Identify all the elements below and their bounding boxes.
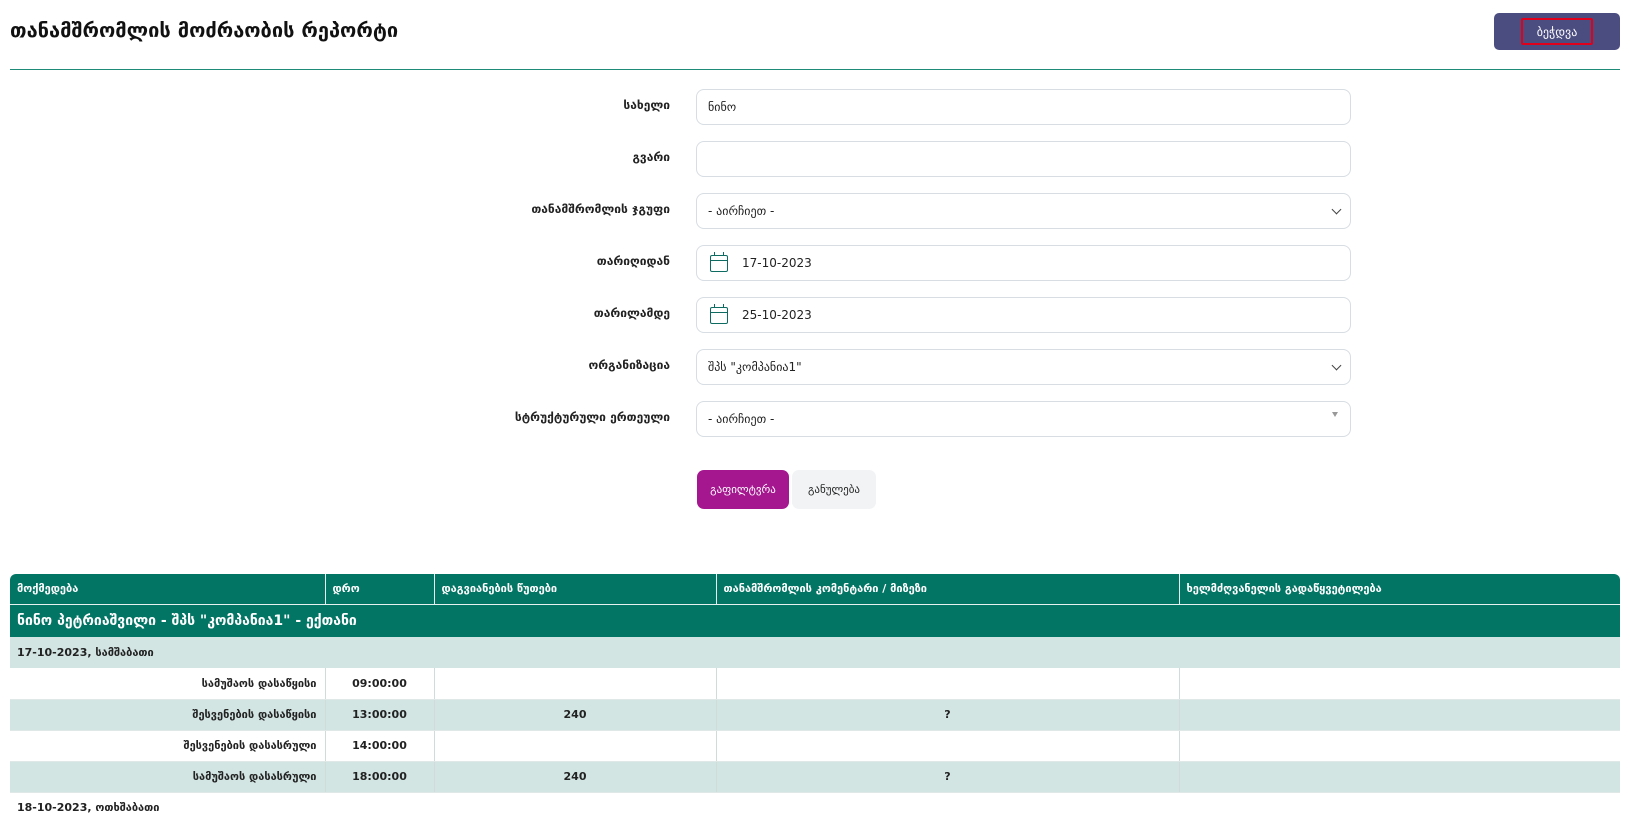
structural-unit-value: - აირჩიეთ - bbox=[708, 412, 775, 426]
cell-action: სამუშაოს დასასრული bbox=[10, 761, 326, 793]
page-header: თანამშრომლის მოძრაობის რეპორტი ბეჭდვა bbox=[10, 0, 1620, 70]
cell-action: შესვენების დასასრული bbox=[10, 730, 326, 762]
date-row: 17-10-2023, სამშაბათი bbox=[10, 637, 1620, 668]
filter-button[interactable]: გაფილტვრა bbox=[697, 470, 789, 509]
date-to-input[interactable]: 25-10-2023 bbox=[696, 297, 1351, 333]
date-from-input[interactable]: 17-10-2023 bbox=[696, 245, 1351, 281]
cell-time: 14:00:00 bbox=[325, 730, 435, 762]
cell-manager-decision bbox=[1179, 761, 1620, 793]
form-row-date-from: თარიღიდან 17-10-2023 bbox=[0, 245, 1630, 281]
cell-employee-comment[interactable]: ? bbox=[716, 761, 1180, 793]
date-label: 17-10-2023, სამშაბათი bbox=[10, 637, 1620, 668]
employee-group-row: ნინო პეტრიაშვილი - შპს "კომპანია1" - ექთ… bbox=[10, 603, 1620, 637]
page-title: თანამშრომლის მოძრაობის რეპორტი bbox=[10, 18, 399, 42]
date-from-label: თარიღიდან bbox=[596, 254, 670, 268]
column-header-late-minutes: დაგვიანების წუთები bbox=[434, 574, 717, 604]
date-row: 18-10-2023, ოთხშაბათი bbox=[10, 792, 1620, 821]
cell-late-minutes: 240 bbox=[434, 699, 717, 731]
structural-unit-select[interactable]: - აირჩიეთ - bbox=[696, 401, 1351, 437]
table-row: შესვენების დასაწყისი 13:00:00 240 ? bbox=[10, 699, 1620, 731]
organization-value: შპს "კომპანია1" bbox=[708, 360, 802, 374]
cell-time: 09:00:00 bbox=[325, 668, 435, 700]
caret-down-icon bbox=[1332, 412, 1338, 417]
date-label: 18-10-2023, ოთხშაბათი bbox=[10, 792, 1620, 821]
organization-select[interactable]: შპს "კომპანია1" bbox=[696, 349, 1351, 385]
column-header-time: დრო bbox=[325, 574, 435, 604]
organization-label: ორგანიზაცია bbox=[588, 358, 670, 372]
column-header-action: მოქმედება bbox=[10, 574, 326, 604]
employee-group-value: - აირჩიეთ - bbox=[708, 204, 775, 218]
column-header-manager-decision: ხელმძღვანელის გადაწყვეტილება bbox=[1179, 574, 1620, 604]
cell-late-minutes: 240 bbox=[434, 761, 717, 793]
cell-time: 18:00:00 bbox=[325, 761, 435, 793]
first-name-input[interactable] bbox=[696, 89, 1351, 125]
cell-action: სამუშაოს დასაწყისი bbox=[10, 668, 326, 700]
structural-unit-label: სტრუქტურული ერთეული bbox=[514, 410, 670, 424]
calendar-icon[interactable] bbox=[710, 251, 728, 272]
employee-group-title: ნინო პეტრიაშვილი - შპს "კომპანია1" - ექთ… bbox=[10, 603, 1620, 637]
cell-manager-decision bbox=[1179, 730, 1620, 762]
table-row: შესვენების დასასრული 14:00:00 bbox=[10, 730, 1620, 762]
table-row: სამუშაოს დასაწყისი 09:00:00 bbox=[10, 668, 1620, 700]
last-name-label: გვარი bbox=[632, 150, 670, 164]
employee-group-select[interactable]: - აირჩიეთ - bbox=[696, 193, 1351, 229]
cell-employee-comment bbox=[716, 668, 1180, 700]
cell-action: შესვენების დასაწყისი bbox=[10, 699, 326, 731]
reset-button[interactable]: განულება bbox=[792, 470, 876, 509]
cell-time: 13:00:00 bbox=[325, 699, 435, 731]
cell-late-minutes bbox=[434, 668, 717, 700]
calendar-icon[interactable] bbox=[710, 303, 728, 324]
table-row: სამუშაოს დასასრული 18:00:00 240 ? bbox=[10, 761, 1620, 793]
print-button-label: ბეჭდვა bbox=[1521, 18, 1593, 45]
chevron-down-icon bbox=[1331, 204, 1342, 215]
cell-manager-decision bbox=[1179, 668, 1620, 700]
chevron-down-icon bbox=[1331, 360, 1342, 371]
report-table: მოქმედება დრო დაგვიანების წუთები თანამშრ… bbox=[10, 574, 1620, 821]
last-name-input[interactable] bbox=[696, 141, 1351, 177]
form-row-organization: ორგანიზაცია შპს "კომპანია1" bbox=[0, 349, 1630, 385]
form-row-date-to: თარილამდე 25-10-2023 bbox=[0, 297, 1630, 333]
employee-group-label: თანამშრომლის ჯგუფი bbox=[531, 202, 670, 216]
form-row-structural-unit: სტრუქტურული ერთეული - აირჩიეთ - bbox=[0, 401, 1630, 437]
cell-manager-decision bbox=[1179, 699, 1620, 731]
column-header-employee-comment: თანამშრომლის კომენტარი / მიზეზი bbox=[716, 574, 1180, 604]
date-to-label: თარილამდე bbox=[593, 306, 670, 320]
cell-employee-comment[interactable]: ? bbox=[716, 699, 1180, 731]
form-row-employee-group: თანამშრომლის ჯგუფი - აირჩიეთ - bbox=[0, 193, 1630, 229]
cell-employee-comment bbox=[716, 730, 1180, 762]
form-row-last-name: გვარი bbox=[0, 141, 1630, 177]
cell-late-minutes bbox=[434, 730, 717, 762]
print-button[interactable]: ბეჭდვა bbox=[1494, 13, 1620, 50]
first-name-label: სახელი bbox=[623, 98, 670, 112]
form-row-first-name: სახელი bbox=[0, 89, 1630, 125]
table-header-row: მოქმედება დრო დაგვიანების წუთები თანამშრ… bbox=[10, 574, 1620, 604]
report-table-container: მოქმედება დრო დაგვიანების წუთები თანამშრ… bbox=[10, 574, 1620, 821]
date-to-value: 25-10-2023 bbox=[742, 308, 812, 322]
date-from-value: 17-10-2023 bbox=[742, 256, 812, 270]
